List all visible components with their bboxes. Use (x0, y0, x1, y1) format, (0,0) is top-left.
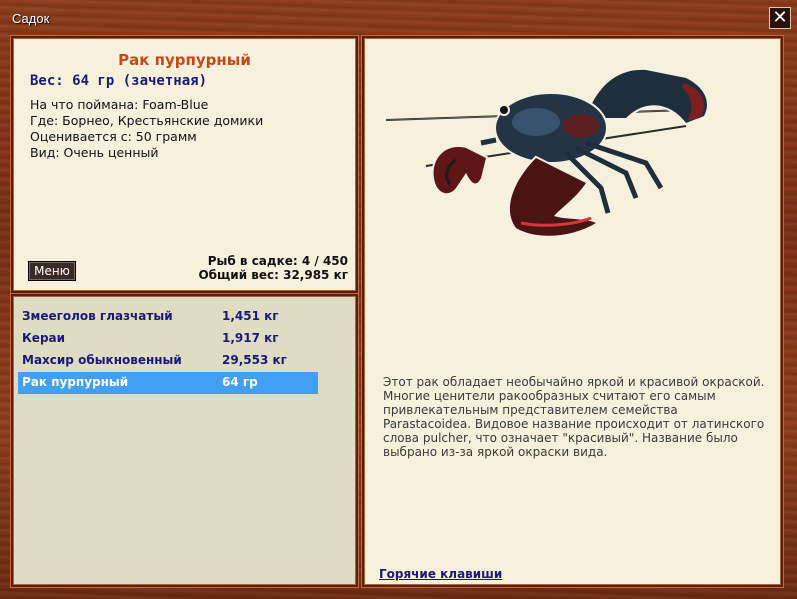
info-kind: Вид: Очень ценный (30, 145, 263, 161)
info-location: Где: Борнео, Крестьянские домики (30, 113, 263, 129)
info-label: На что поймана: (30, 97, 139, 112)
fish-count: Рыб в садке: 4 / 450 (207, 254, 348, 268)
list-item-name: Кераи (22, 331, 66, 345)
close-button[interactable]: ✕ (769, 7, 791, 29)
list-item-weight: 29,553 кг (222, 353, 287, 367)
menu-button[interactable]: Меню (28, 261, 76, 281)
keepnet-stats: Рыб в садке: 4 / 450 Общий вес: 32,985 к… (198, 254, 348, 282)
info-value: Борнео, Крестьянские домики (62, 113, 264, 128)
info-label: Где: (30, 113, 59, 128)
title-bar: Садок ✕ (0, 0, 797, 36)
catch-list: Змееголов глазчатый 1,451 кг Кераи 1,917… (18, 306, 318, 394)
list-item-weight: 64 гр (222, 375, 258, 389)
info-bait: На что поймана: Foam-Blue (30, 97, 263, 113)
fish-description: Этот рак обладает необычайно яркой и кра… (383, 375, 765, 459)
info-label: Оценивается с: (30, 129, 132, 144)
info-value: Foam-Blue (142, 97, 209, 112)
fish-name: Рак пурпурный (118, 51, 251, 69)
info-label: Вид: (30, 145, 60, 160)
fish-detail-panel: Этот рак обладает необычайно яркой и кра… (362, 36, 783, 587)
list-item[interactable]: Кераи 1,917 кг (18, 328, 318, 350)
fish-info-panel: Рак пурпурный Вес: 64 гр (зачетная) На ч… (11, 36, 358, 293)
list-item-weight: 1,451 кг (222, 309, 279, 323)
close-icon: ✕ (772, 7, 788, 28)
hotkeys-link[interactable]: Горячие клавиши (379, 567, 502, 581)
fish-info-lines: На что поймана: Foam-Blue Где: Борнео, К… (30, 97, 263, 161)
list-item-weight: 1,917 кг (222, 331, 279, 345)
info-value: 50 грамм (135, 129, 197, 144)
list-item-name: Рак пурпурный (22, 375, 129, 389)
crayfish-image (386, 67, 709, 238)
list-item[interactable]: Змееголов глазчатый 1,451 кг (18, 306, 318, 328)
info-value: Очень ценный (63, 145, 159, 160)
catch-list-panel: Змееголов глазчатый 1,451 кг Кераи 1,917… (11, 294, 358, 587)
total-weight: Общий вес: 32,985 кг (198, 268, 348, 282)
list-item-name: Махсир обыкновенный (22, 353, 182, 367)
info-rating: Оценивается с: 50 грамм (30, 129, 263, 145)
list-item-name: Змееголов глазчатый (22, 309, 173, 323)
window-title: Садок (12, 11, 50, 26)
list-item[interactable]: Махсир обыкновенный 29,553 кг (18, 350, 318, 372)
fish-weight: Вес: 64 гр (зачетная) (30, 73, 208, 89)
list-item-selected[interactable]: Рак пурпурный 64 гр (18, 372, 318, 394)
